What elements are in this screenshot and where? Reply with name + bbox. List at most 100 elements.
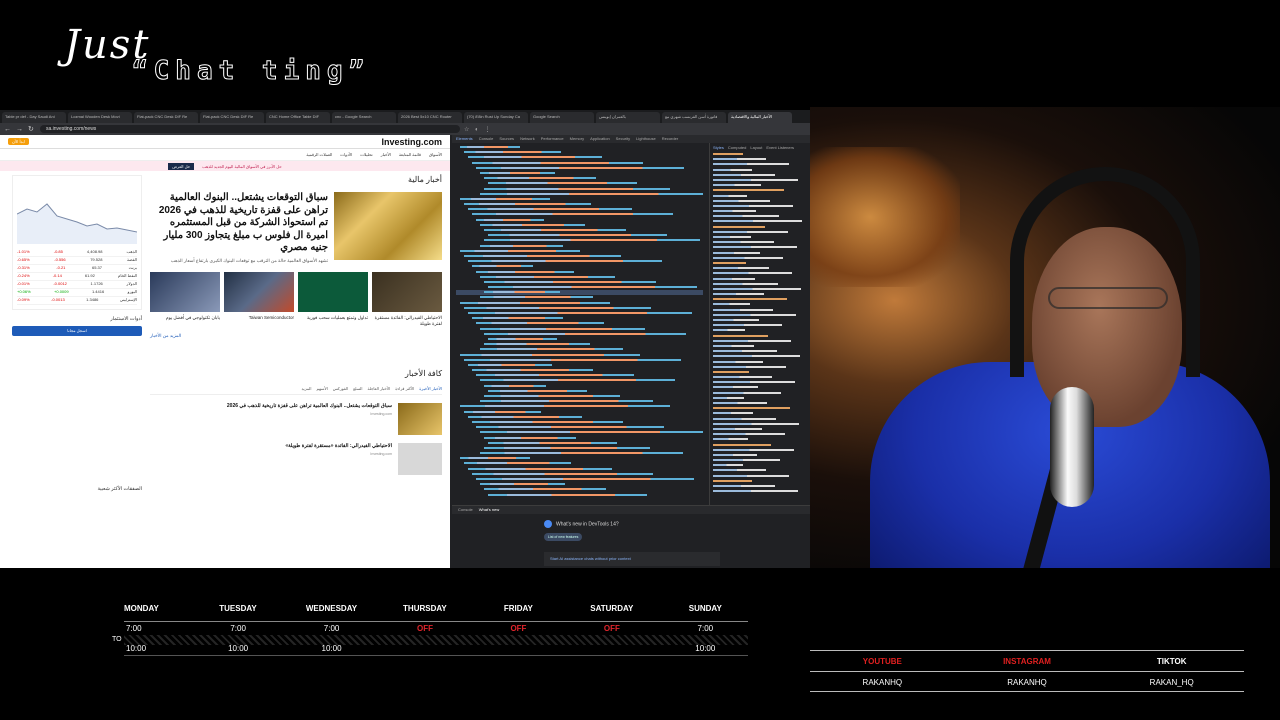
nav-item[interactable]: الأسواق <box>429 152 442 157</box>
devtools-tab[interactable]: Lighthouse <box>636 136 656 142</box>
dom-node-markup <box>480 296 593 299</box>
styles-tab[interactable]: Styles <box>713 145 724 152</box>
style-rule-line[interactable] <box>713 489 807 494</box>
dom-node-markup <box>484 343 590 346</box>
dom-node-markup <box>472 369 593 372</box>
back-icon[interactable]: ← <box>4 126 12 133</box>
styles-tab[interactable]: Event Listeners <box>766 145 794 152</box>
browser-tab[interactable]: Google Search <box>530 112 594 123</box>
dom-node-markup <box>480 348 623 351</box>
drawer-tab[interactable]: Console <box>458 507 473 513</box>
devtools-tab[interactable]: Elements <box>456 136 473 142</box>
style-rule-markup <box>713 422 799 425</box>
style-rule-markup <box>713 469 766 472</box>
ticker-row[interactable]: -0.65% -0.556 79.528 الفضة <box>17 257 137 265</box>
dom-node[interactable] <box>456 493 703 498</box>
styles-pane[interactable]: Styles Computed Layout Event Listeners <box>709 143 810 505</box>
devtools-tab[interactable]: Console <box>479 136 494 142</box>
news-card[interactable]: تداول وتمتع بعمليات سحب فورية <box>298 271 368 327</box>
hero-title[interactable]: سباق التوقعات يشتعل.. البنوك العالمية تر… <box>150 192 328 255</box>
devtools-tab[interactable]: Recorder <box>662 136 678 142</box>
all-news-heading: كافة الأخبار <box>404 368 442 378</box>
browser-tab[interactable]: (70) 8'8in Rust Up Sunday Ca <box>464 112 528 123</box>
signup-button[interactable]: اسجل مجانا <box>12 326 142 336</box>
ticker-row[interactable]: -0.09% -0.0013 1.3486 الإسترليني <box>17 297 137 305</box>
devtools-tab[interactable]: Memory <box>570 136 584 142</box>
style-rule-markup <box>713 339 791 342</box>
ticker-row[interactable]: -0.01% -0.0012 1.1726 الدولار <box>17 281 137 289</box>
whats-new-link[interactable]: Start AI assistance chats without prior … <box>544 552 720 566</box>
dom-node-markup <box>484 291 560 294</box>
dom-node-markup <box>468 156 602 159</box>
news-tab[interactable]: الأكثر قراءة <box>395 386 414 391</box>
dom-node-markup <box>468 260 662 263</box>
card-image <box>224 271 294 312</box>
gold-bars-image[interactable] <box>334 192 442 260</box>
news-card[interactable]: يابان تكنولوجي في أفضل يوم <box>150 271 220 327</box>
news-card[interactable]: Taiwan Semiconductor <box>224 271 294 327</box>
more-news-link[interactable]: المزيد من الأخبار <box>150 333 442 339</box>
browser-tab-active[interactable]: الأخبار المالية والاقتصادية <box>728 112 792 123</box>
news-card[interactable]: الاحتياطي الفيدرالي: الفائدة مستقرة لفتر… <box>372 271 442 327</box>
devtools-tab[interactable]: Network <box>520 136 535 142</box>
hero-article[interactable]: سباق التوقعات يشتعل.. البنوك العالمية تر… <box>150 192 442 264</box>
news-list-item[interactable]: الاحتياطي الفيدرالي: الفائدة «مستقرة لفت… <box>150 442 442 475</box>
ticker-row[interactable]: -0.31% -0.21 65.37 برنت <box>17 265 137 273</box>
nav-item[interactable]: العملات الرقمية <box>306 152 332 157</box>
news-title[interactable]: سباق التوقعات يشتعل.. البنوك العالمية تر… <box>150 403 392 410</box>
news-tab[interactable]: الفوركس <box>333 386 348 391</box>
browser-tab[interactable]: Table pr def - Day Saudi Ani <box>2 112 66 123</box>
styles-tab[interactable]: Layout <box>750 145 762 152</box>
devtools-tab[interactable]: Security <box>616 136 630 142</box>
devtools-tab[interactable]: Application <box>590 136 610 142</box>
browser-tab[interactable]: 2026 Best 5x10 CNC Router <box>398 112 462 123</box>
nav-item[interactable]: قائمة المتابعة <box>399 152 421 157</box>
ticker-chg: -0.0012 <box>53 281 67 286</box>
browser-tab[interactable]: CNC Home Office Table DIF <box>266 112 330 123</box>
devtools-tab[interactable]: Performance <box>541 136 564 142</box>
news-title[interactable]: الاحتياطي الفيدرالي: الفائدة «مستقرة لفت… <box>150 443 392 450</box>
browser-tab[interactable]: Lozmal Wooden Desk Movi <box>68 112 132 123</box>
banner-button[interactable]: حل العرض <box>168 162 195 170</box>
dom-tree[interactable] <box>452 143 707 505</box>
nav-item[interactable]: تحليلات <box>360 152 372 157</box>
browser-tab[interactable]: Flat-pack CNC Desk DIF Re <box>134 112 198 123</box>
ticker-price: 61.92 <box>84 273 95 278</box>
news-tab[interactable]: الأخبار العاجلة <box>367 386 390 391</box>
nav-item[interactable]: الأدوات <box>340 152 352 157</box>
ticker-row[interactable]: +0.06% +0.0009 1.4416 اليورو <box>17 289 137 297</box>
extensions-icons[interactable]: ☆ ◐ ⋮ <box>464 126 492 133</box>
browser-tab[interactable]: cnc - Google Search <box>332 112 396 123</box>
devtools-tab[interactable]: Sources <box>499 136 514 142</box>
url-input[interactable]: sa.investing.com/news <box>40 125 460 133</box>
day-label: SUNDAY <box>688 604 722 613</box>
nav-item[interactable]: الأخبار <box>381 152 391 157</box>
site-header: ابدأ الآن Investing.com <box>0 135 450 149</box>
news-tab[interactable]: السلع <box>353 386 362 391</box>
dom-node-markup <box>484 332 686 335</box>
reload-icon[interactable]: ↻ <box>28 125 36 133</box>
news-list-item[interactable]: سباق التوقعات يشتعل.. البنوك العالمية تر… <box>150 402 442 435</box>
browser-tab[interactable]: Flat-pack CNC Desk DIF Re <box>200 112 264 123</box>
ticker-row[interactable]: -1.01% -0.85 4,408.98 الذهب <box>17 249 137 257</box>
ticker-row[interactable]: -0.24% -0.14 61.92 النفط الخام <box>17 273 137 281</box>
drawer-tab[interactable]: What's new <box>479 507 500 513</box>
whats-new-button[interactable]: List of new features <box>544 533 583 541</box>
day-label: THURSDAY <box>403 604 447 613</box>
browser-tab[interactable]: فاتورة أسن الفرنسب شهري مع <box>662 112 726 123</box>
site-logo[interactable]: Investing.com <box>381 137 442 147</box>
start-button[interactable]: ابدأ الآن <box>8 138 29 145</box>
forward-icon[interactable]: → <box>16 126 24 133</box>
browser-tab[interactable]: بالعمران إنوبنس <box>596 112 660 123</box>
news-source: Investing.com <box>370 451 392 456</box>
devtools-drawer: Console What's new What's new in DevTool… <box>452 505 810 568</box>
news-tab[interactable]: الأسهم <box>317 386 328 391</box>
quotes-widget: -1.01% -0.85 4,408.98 الذهب -0.65% -0.556 79.5… <box>12 175 142 310</box>
style-rule-markup <box>713 344 754 347</box>
news-tab[interactable]: المزيد <box>301 386 311 391</box>
ticker-chg: -0.21 <box>56 265 66 270</box>
style-rule-markup <box>713 261 746 264</box>
card-image <box>150 271 220 312</box>
news-tab-active[interactable]: الأخبار الأخيرة <box>419 386 442 391</box>
styles-tab[interactable]: Computed <box>728 145 746 152</box>
